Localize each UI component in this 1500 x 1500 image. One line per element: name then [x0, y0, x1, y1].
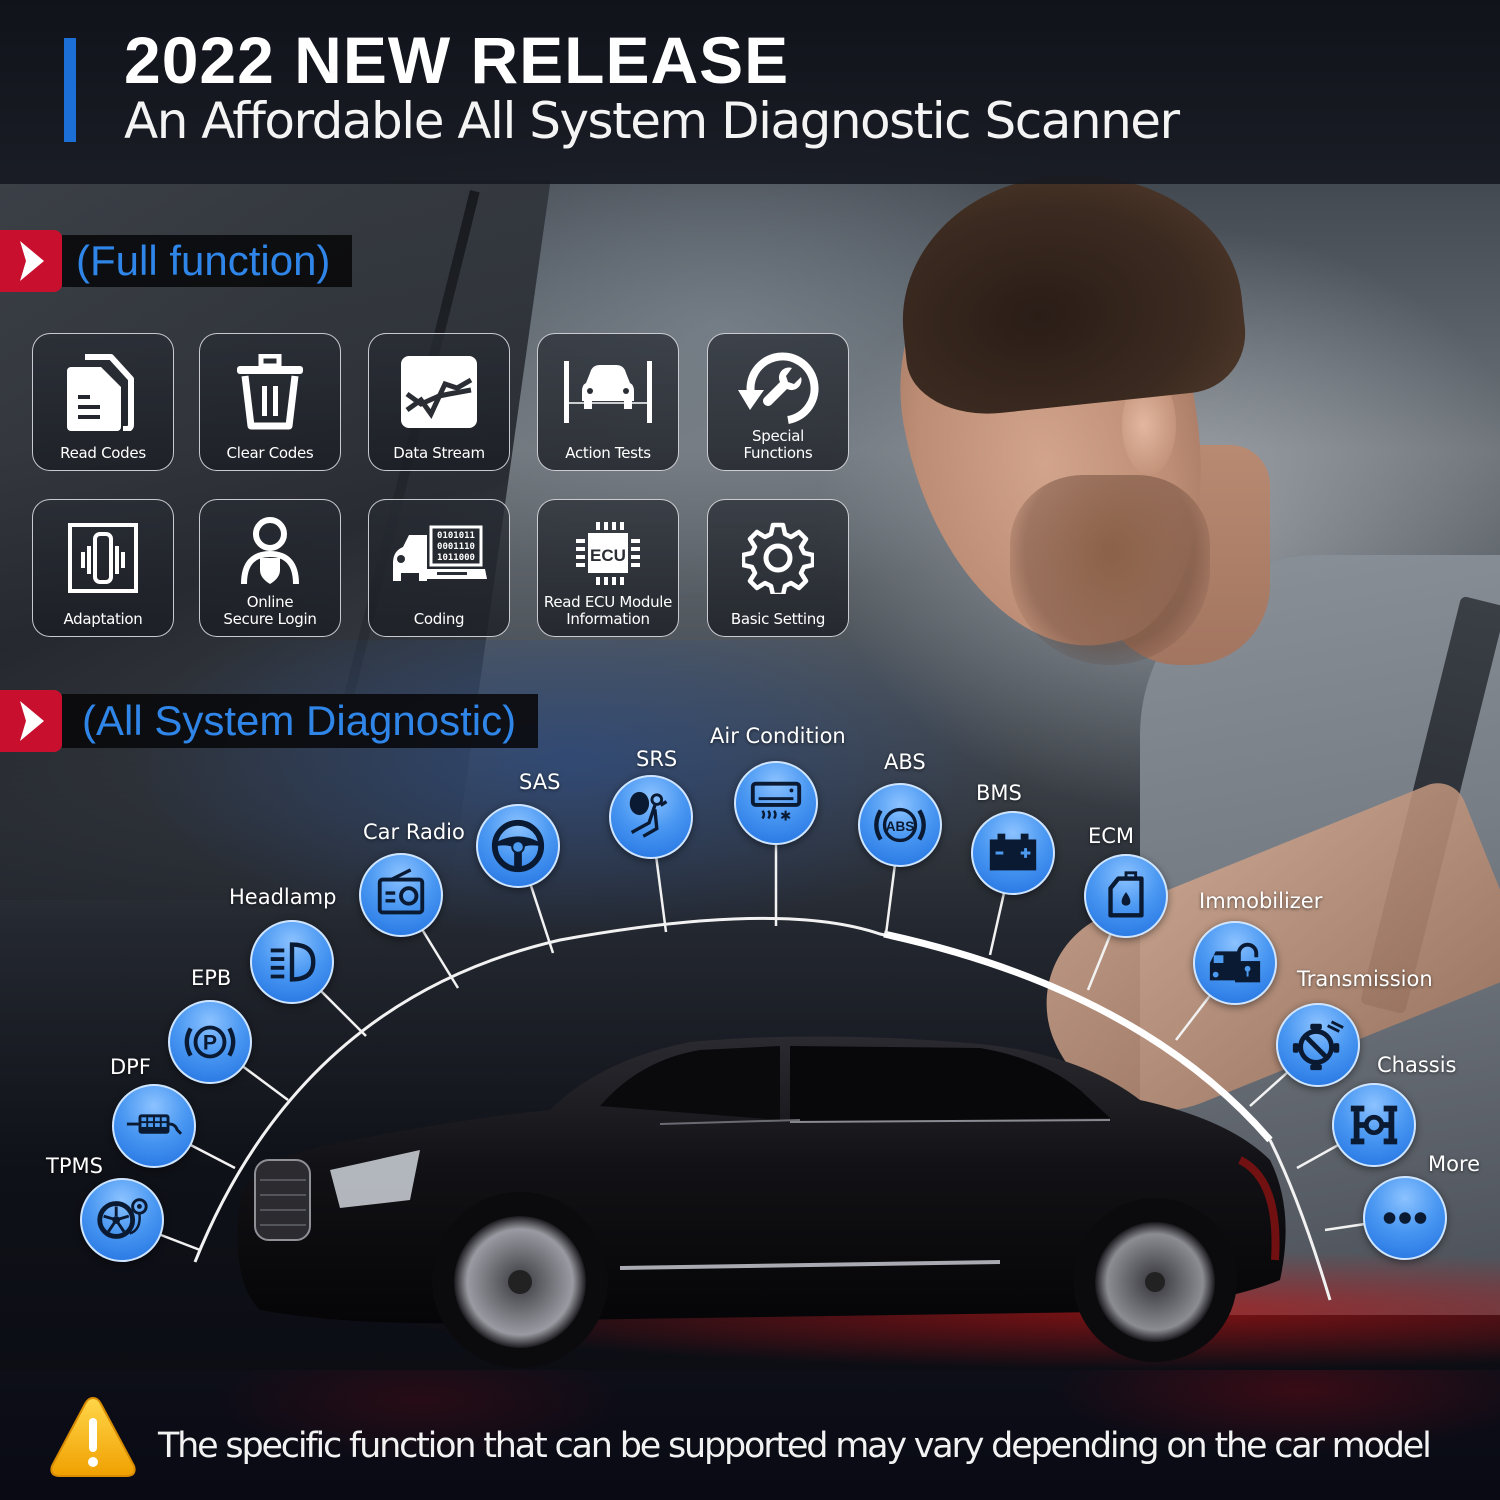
system-label-ecm: ECM — [1088, 824, 1135, 848]
tile-label: Basic Setting — [730, 610, 826, 628]
system-node-srs[interactable] — [609, 775, 693, 859]
tile-label: Online Secure Login — [223, 593, 317, 628]
tile-online-secure-login[interactable]: Online Secure Login — [199, 499, 341, 637]
binary-line-2: 0001110 — [437, 542, 475, 552]
car-lift-icon — [538, 352, 678, 432]
all-system-banner: (All System Diagnostic) — [0, 690, 539, 752]
header: 2022 NEW RELEASE An Affordable All Syste… — [0, 0, 1500, 184]
airbag-icon — [609, 775, 693, 859]
battery-icon — [971, 811, 1055, 895]
tire-pressure-icon — [80, 1178, 164, 1262]
tile-label: Action Tests — [565, 444, 651, 462]
user-shield-icon — [200, 512, 340, 592]
tile-label: Data Stream — [393, 444, 485, 462]
more-dots-icon — [1363, 1176, 1447, 1260]
all-system-title: (All System Diagnostic) — [82, 697, 517, 744]
system-label-transmission: Transmission — [1297, 967, 1433, 991]
system-node-headlamp[interactable] — [250, 920, 334, 1004]
oil-can-icon — [1084, 854, 1168, 938]
wrench-cycle-icon — [708, 348, 848, 428]
tile-label: Clear Codes — [226, 444, 314, 462]
line-graph-icon — [369, 352, 509, 432]
system-node-epb[interactable]: P — [168, 1000, 252, 1084]
tile-label: Special Functions — [743, 427, 813, 462]
system-node-air-condition[interactable]: ✱ — [734, 761, 818, 845]
page-title: 2022 NEW RELEASE — [124, 23, 790, 97]
tile-read-ecu-info[interactable]: ECU Read ECU Module Information — [537, 499, 679, 637]
system-node-abs[interactable]: ABS — [858, 783, 942, 867]
system-node-more[interactable] — [1363, 1176, 1447, 1260]
tile-label: Coding — [413, 610, 465, 628]
gear-icon — [708, 518, 848, 598]
system-label-tpms: TPMS — [46, 1154, 103, 1178]
system-label-air-condition: Air Condition — [710, 724, 846, 748]
tile-label: Read ECU Module Information — [543, 593, 673, 628]
vibration-icon — [33, 518, 173, 598]
full-function-title: (Full function) — [76, 237, 331, 284]
chip-text: ECU — [590, 546, 626, 565]
svg-text:P: P — [203, 1031, 217, 1055]
system-label-epb: EPB — [191, 966, 232, 990]
system-node-chassis[interactable] — [1332, 1083, 1416, 1167]
system-node-sas[interactable] — [476, 804, 560, 888]
radio-icon — [359, 853, 443, 937]
system-label-chassis: Chassis — [1377, 1053, 1457, 1077]
steering-wheel-icon — [476, 804, 560, 888]
tile-label: Read Codes — [60, 444, 146, 462]
tile-data-stream[interactable]: Data Stream — [368, 333, 510, 471]
banner-label-box: (Full function) — [62, 235, 353, 287]
car-lock-icon — [1193, 921, 1277, 1005]
system-node-dpf[interactable] — [112, 1084, 196, 1168]
system-label-headlamp: Headlamp — [229, 885, 337, 909]
transmission-icon — [1276, 1003, 1360, 1087]
chevron-right-icon — [0, 690, 62, 752]
system-label-bms: BMS — [976, 781, 1022, 805]
tile-basic-setting[interactable]: Basic Setting — [707, 499, 849, 637]
banner-label-box: (All System Diagnostic) — [62, 694, 539, 748]
tile-clear-codes[interactable]: Clear Codes — [199, 333, 341, 471]
tile-coding[interactable]: 0101011 0001110 1011000 Coding — [368, 499, 510, 637]
ecu-chip-icon: ECU — [538, 514, 678, 594]
full-function-banner: (Full function) — [0, 230, 353, 292]
svg-text:✱: ✱ — [780, 808, 791, 824]
headlamp-icon — [250, 920, 334, 1004]
footer-disclaimer: The specific function that can be suppor… — [158, 1426, 1432, 1466]
abs-icon: ABS — [858, 783, 942, 867]
binary-line-1: 0101011 — [437, 531, 475, 541]
mechanic-beard — [1010, 475, 1210, 665]
document-icon — [33, 352, 173, 432]
exhaust-filter-icon — [112, 1084, 196, 1168]
system-label-car-radio: Car Radio — [363, 820, 465, 844]
air-conditioner-icon: ✱ — [734, 761, 818, 845]
car-laptop-binary-icon: 0101011 0001110 1011000 — [369, 518, 509, 598]
chevron-right-icon — [0, 230, 62, 292]
tile-adaptation[interactable]: Adaptation — [32, 499, 174, 637]
chassis-axle-icon — [1332, 1083, 1416, 1167]
binary-line-3: 1011000 — [437, 553, 475, 563]
tile-label: Adaptation — [63, 610, 143, 628]
system-label-srs: SRS — [636, 747, 678, 771]
tile-action-tests[interactable]: Action Tests — [537, 333, 679, 471]
mechanic-hair — [888, 157, 1252, 423]
system-label-abs: ABS — [884, 750, 926, 774]
system-node-car-radio[interactable] — [359, 853, 443, 937]
tile-read-codes[interactable]: Read Codes — [32, 333, 174, 471]
system-node-ecm[interactable] — [1084, 854, 1168, 938]
tile-special-functions[interactable]: Special Functions — [707, 333, 849, 471]
sedan-car-image — [237, 1036, 1286, 1368]
system-node-transmission[interactable] — [1276, 1003, 1360, 1087]
parking-brake-icon: P — [168, 1000, 252, 1084]
system-node-immobilizer[interactable] — [1193, 921, 1277, 1005]
page-subtitle: An Affordable All System Diagnostic Scan… — [124, 92, 1180, 150]
system-node-bms[interactable] — [971, 811, 1055, 895]
system-label-immobilizer: Immobilizer — [1199, 889, 1323, 913]
svg-text:ABS: ABS — [886, 819, 915, 834]
system-node-tpms[interactable] — [80, 1178, 164, 1262]
system-label-sas: SAS — [519, 770, 561, 794]
trash-icon — [200, 352, 340, 432]
header-accent-bar — [64, 38, 76, 142]
system-label-dpf: DPF — [110, 1055, 151, 1079]
system-label-more: More — [1428, 1152, 1481, 1176]
warning-icon — [50, 1396, 136, 1477]
